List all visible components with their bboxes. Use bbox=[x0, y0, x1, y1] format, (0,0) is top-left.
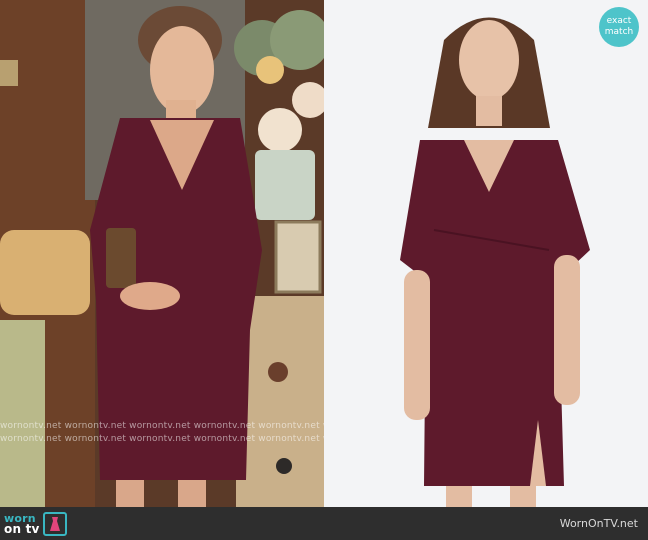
dress-icon bbox=[49, 517, 60, 531]
clutch-bag bbox=[106, 228, 136, 288]
model-face bbox=[459, 20, 519, 100]
brand-bar: worn on tv WornOnTV.net bbox=[0, 507, 648, 540]
tv-icon bbox=[42, 512, 67, 536]
actress-photo: wornontv.net wornontv.net wornontv.net w… bbox=[0, 0, 324, 507]
badge-line2: match bbox=[604, 27, 634, 37]
product-photo bbox=[324, 0, 648, 507]
wornontv-logo[interactable]: worn on tv bbox=[4, 511, 67, 537]
chair bbox=[0, 320, 45, 507]
photo-frame bbox=[274, 220, 322, 294]
wall-plaque bbox=[0, 60, 18, 86]
badge-line1: exact bbox=[606, 16, 632, 26]
logo-line2: on tv bbox=[4, 522, 40, 536]
watermark-text: wornontv.net wornontv.net wornontv.net w… bbox=[0, 421, 324, 431]
site-name: WornOnTV.net bbox=[559, 517, 638, 530]
cabinet-knob bbox=[268, 362, 288, 382]
model-arm bbox=[554, 255, 580, 405]
cabinet-knob bbox=[276, 458, 292, 474]
exact-match-badge: exact match bbox=[599, 7, 639, 47]
floral-pillow bbox=[0, 230, 90, 315]
product-scene bbox=[324, 0, 648, 507]
model-arm bbox=[404, 270, 430, 420]
watermark-text: wornontv.net wornontv.net wornontv.net w… bbox=[0, 434, 324, 444]
